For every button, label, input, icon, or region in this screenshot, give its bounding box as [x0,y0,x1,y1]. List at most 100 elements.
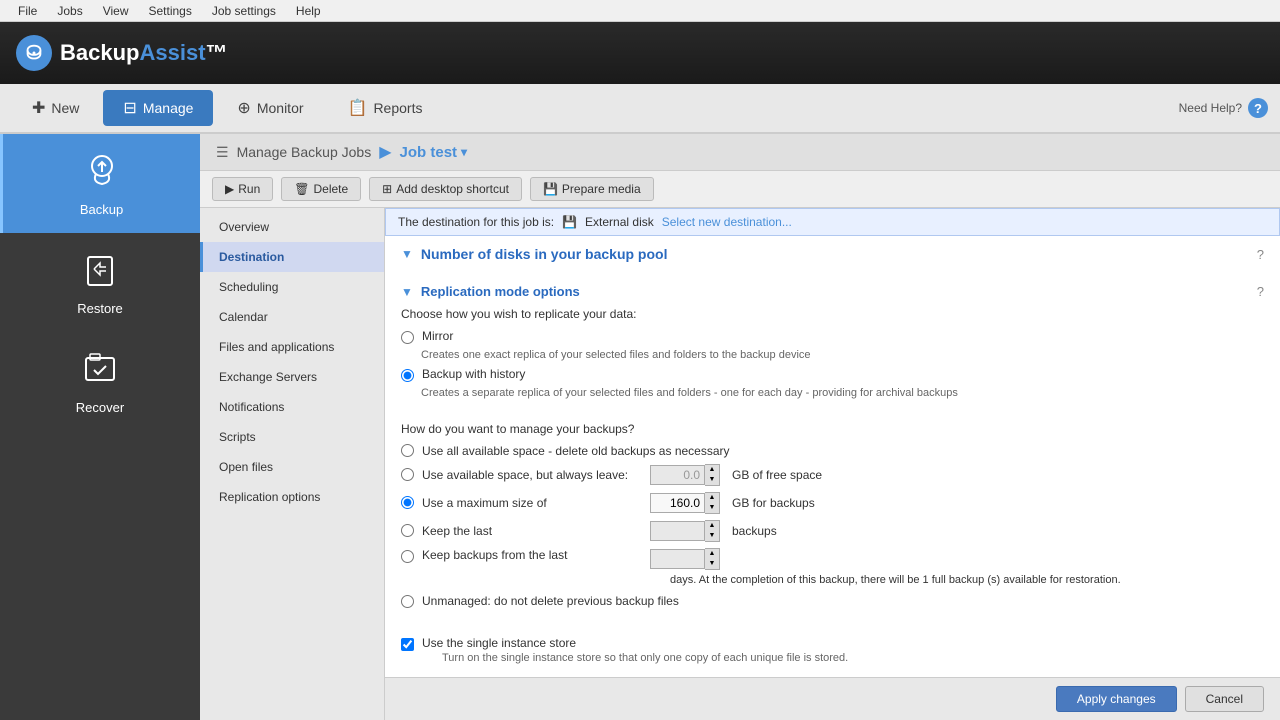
monitor-label: Monitor [257,100,304,116]
nav-files[interactable]: Files and applications [200,332,384,362]
select-destination-link[interactable]: Select new destination... [662,215,792,229]
manage-button[interactable]: ⊟ Manage [103,90,213,126]
monitor-icon: ⊕ [237,98,250,118]
backup-history-radio[interactable] [401,369,414,382]
keep-from-label: Keep backups from the last [422,548,642,562]
choose-label: Choose how you wish to replicate your da… [401,307,1264,321]
replication-mode-header: ▼ Replication mode options ? [401,284,1264,299]
use-max-label: Use a maximum size of [422,496,642,510]
nav-scripts[interactable]: Scripts [200,422,384,452]
keep-from-spin-btns: ▲ ▼ [705,548,720,570]
mirror-desc: Creates one exact replica of your select… [421,348,1264,363]
menu-settings[interactable]: Settings [139,2,202,20]
nav-destination[interactable]: Destination [200,242,384,272]
delete-button[interactable]: 🗑 Delete [281,177,361,201]
keep-from-radio[interactable] [401,550,414,563]
help-button[interactable]: Need Help? ? [1179,98,1268,118]
use-max-radio[interactable] [401,496,414,509]
menu-job-settings[interactable]: Job settings [202,2,286,20]
restore-icon [80,249,120,297]
single-instance-desc: Turn on the single instance store so tha… [442,652,848,664]
menu-view[interactable]: View [93,2,139,20]
app-header: BackupAssist™ [0,22,1280,84]
nav-sidebar: Overview Destination Scheduling Calendar… [200,208,385,720]
cancel-button[interactable]: Cancel [1185,686,1264,712]
use-available-radio[interactable] [401,468,414,481]
recover-label: Recover [76,400,124,415]
replication-mode-section: ▼ Replication mode options ? Choose how … [385,280,1280,416]
reports-button[interactable]: 📋 Reports [328,90,443,126]
app-title: BackupAssist™ [60,40,228,66]
manage-use-all-row: Use all available space - delete old bac… [401,444,1264,458]
manage-section: How do you want to manage your backups? … [385,416,1280,621]
max-size-down[interactable]: ▼ [705,503,719,513]
replication-toggle[interactable]: ▼ [401,285,413,299]
nav-notifications[interactable]: Notifications [200,392,384,422]
manage-keep-last-row: Keep the last ▲ ▼ backups [401,520,1264,542]
run-button[interactable]: ▶ Run [212,177,273,201]
nav-exchange[interactable]: Exchange Servers [200,362,384,392]
replication-help-icon[interactable]: ? [1257,284,1264,299]
pool-toggle[interactable]: ▼ [401,247,413,261]
single-instance-checkbox[interactable] [401,638,414,651]
prepare-button[interactable]: 💾 Prepare media [530,177,654,201]
use-all-radio[interactable] [401,444,414,457]
keep-from-down[interactable]: ▼ [705,559,719,569]
unmanaged-radio[interactable] [401,595,414,608]
monitor-button[interactable]: ⊕ Monitor [217,90,323,126]
single-instance-row: Use the single instance store Turn on th… [401,636,1264,664]
recover-icon [80,348,120,396]
keep-last-input[interactable] [650,521,705,541]
job-dropdown-arrow[interactable]: ▾ [461,145,467,159]
sidebar-item-restore[interactable]: Restore [0,233,200,332]
keep-last-down[interactable]: ▼ [705,531,719,541]
nav-scheduling[interactable]: Scheduling [200,272,384,302]
manage-use-available-row: Use available space, but always leave: ▲… [401,464,1264,486]
max-size-input[interactable] [650,493,705,513]
delete-icon: 🗑 [294,182,309,196]
pool-help-icon[interactable]: ? [1257,247,1264,262]
content-area: ☰ Manage Backup Jobs ▶ Job test ▾ ▶ Run … [200,134,1280,720]
single-instance-label: Use the single instance store [422,636,576,650]
pool-section: ▼ Number of disks in your backup pool ? [385,236,1280,280]
mirror-radio-row: Mirror [401,329,1264,344]
menu-help[interactable]: Help [286,2,331,20]
external-disk-icon: 💾 [562,215,577,229]
sidebar-item-recover[interactable]: Recover [0,332,200,431]
keep-from-input[interactable] [650,549,705,569]
max-size-up[interactable]: ▲ [705,493,719,503]
single-instance-section: Use the single instance store Turn on th… [385,624,1280,677]
new-button[interactable]: ✚ New [12,90,99,126]
keep-from-up[interactable]: ▲ [705,549,719,559]
breadcrumb-current-job[interactable]: Job test ▾ [400,144,468,161]
run-icon: ▶ [225,182,234,196]
free-space-down[interactable]: ▼ [705,475,719,485]
backup-history-desc: Creates a separate replica of your selec… [421,386,1264,401]
unmanaged-label: Unmanaged: do not delete previous backup… [422,594,679,608]
apply-changes-button[interactable]: Apply changes [1056,686,1177,712]
keep-last-spinbox: ▲ ▼ [650,520,720,542]
nav-overview[interactable]: Overview [200,212,384,242]
backup-history-radio-row: Backup with history [401,367,1264,382]
breadcrumb-manage[interactable]: Manage Backup Jobs [237,144,372,160]
nav-replication[interactable]: Replication options [200,482,384,512]
nav-openfiles[interactable]: Open files [200,452,384,482]
pool-section-header: ▼ Number of disks in your backup pool ? [401,246,1264,262]
shortcut-label: Add desktop shortcut [396,182,509,196]
keep-last-radio[interactable] [401,524,414,537]
free-space-input[interactable] [650,465,705,485]
breadcrumb-bar: ☰ Manage Backup Jobs ▶ Job test ▾ [200,134,1280,171]
new-icon: ✚ [32,98,45,118]
run-label: Run [238,182,260,196]
keep-last-label: Keep the last [422,524,642,538]
menu-file[interactable]: File [8,2,47,20]
mirror-radio[interactable] [401,331,414,344]
menu-jobs[interactable]: Jobs [47,2,92,20]
shortcut-button[interactable]: ⊞ Add desktop shortcut [369,177,522,201]
sidebar-item-backup[interactable]: Backup [0,134,200,233]
nav-calendar[interactable]: Calendar [200,302,384,332]
keep-last-up[interactable]: ▲ [705,521,719,531]
delete-label: Delete [313,182,348,196]
free-space-up[interactable]: ▲ [705,465,719,475]
backup-label: Backup [80,202,123,217]
